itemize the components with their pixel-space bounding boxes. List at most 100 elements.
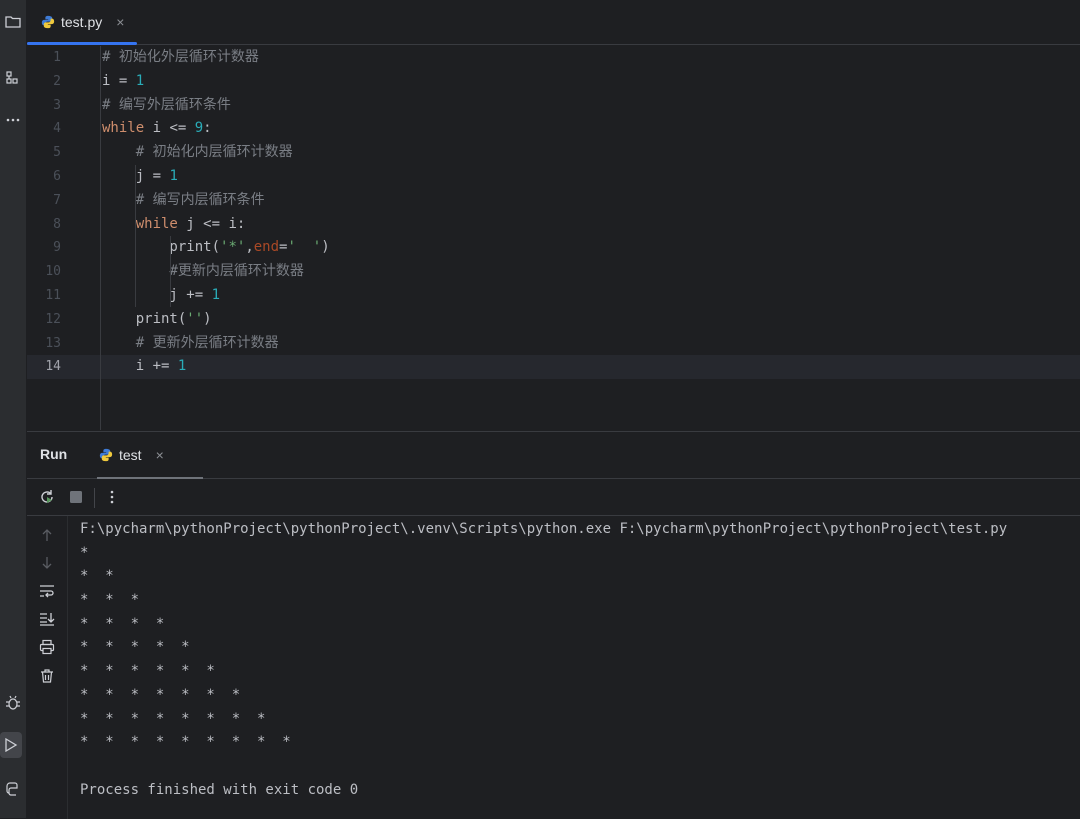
code-line[interactable]: 6 j = 1 (27, 165, 1080, 189)
run-panel-title: Run (40, 446, 68, 462)
code-text: while j <= i: (102, 213, 246, 237)
line-number: 2 (53, 73, 61, 89)
editor-tab-test-py[interactable]: test.py × (27, 0, 137, 45)
project-folder-icon[interactable] (0, 9, 26, 35)
console-line: * * * * * * * * (80, 710, 266, 727)
left-tool-strip (0, 0, 27, 818)
code-token: : (203, 120, 212, 137)
code-line[interactable]: 10 #更新内层循环计数器 (27, 260, 1080, 284)
indent-guide (135, 165, 136, 307)
line-number: 13 (45, 335, 61, 351)
line-number: 14 (45, 359, 61, 375)
console-line: * * * * (80, 615, 165, 632)
line-number: 5 (53, 145, 61, 161)
stop-icon[interactable] (66, 487, 86, 507)
python-file-icon (41, 15, 55, 29)
code-token: # 更新外层循环计数器 (135, 334, 279, 351)
code-line[interactable]: 8 while j <= i: (27, 213, 1080, 237)
code-line[interactable]: 5 # 初始化内层循环计数器 (27, 141, 1080, 165)
editor-tab-bar: test.py × (27, 0, 1080, 45)
code-text: # 编写内层循环条件 (102, 189, 265, 213)
run-tab-test[interactable]: test × (97, 432, 203, 479)
debug-icon[interactable] (0, 690, 26, 716)
close-icon[interactable]: × (116, 14, 124, 30)
toolbar-separator (94, 488, 95, 508)
run-toolbar (27, 479, 1080, 516)
editor-area: test.py × 1 # 初始化外层循环计数器 2 i = 1 3 # 编写外层循环条件… (27, 0, 1080, 430)
code-text: print('') (102, 308, 212, 332)
code-token: '*' (220, 239, 246, 256)
line-number: 11 (45, 287, 61, 303)
code-text: j += 1 (102, 284, 220, 308)
close-icon[interactable]: × (156, 447, 164, 463)
code-line[interactable]: 12 print('') (27, 308, 1080, 332)
rerun-icon[interactable] (37, 487, 57, 507)
run-icon[interactable] (0, 732, 22, 758)
trash-icon[interactable] (37, 666, 57, 686)
console-line: * (80, 544, 89, 561)
line-number: 7 (53, 192, 61, 208)
code-token: #更新内层循环计数器 (169, 263, 304, 280)
code-line[interactable]: 7 # 编写内层循环条件 (27, 189, 1080, 213)
code-token: 1 (135, 72, 145, 89)
more-tools-icon[interactable] (0, 107, 26, 133)
python-packages-icon[interactable] (0, 776, 26, 802)
line-number: 9 (53, 240, 61, 256)
scroll-to-end-icon[interactable] (37, 609, 57, 629)
soft-wrap-icon[interactable] (37, 581, 57, 601)
line-number: 4 (53, 121, 61, 137)
print-icon[interactable] (37, 637, 57, 657)
code-text: # 更新外层循环计数器 (102, 332, 279, 356)
console-line: F:\pycharm\pythonProject\pythonProject\.… (80, 521, 1008, 537)
code-token: 1 (211, 286, 221, 303)
code-text: j = 1 (102, 165, 178, 189)
code-token: # 初始化内层循环计数器 (135, 144, 293, 161)
code-token: , (245, 239, 254, 256)
code-token: i += (102, 358, 178, 375)
indent-guide (170, 236, 171, 307)
code-token: while (102, 120, 145, 137)
scroll-up-icon[interactable] (37, 525, 57, 545)
code-line[interactable]: 3 # 编写外层循环条件 (27, 94, 1080, 118)
code-token: while (135, 215, 178, 232)
code-token: 1 (177, 358, 187, 375)
line-number: 12 (45, 311, 61, 327)
code-line[interactable]: 14 i += 1 (27, 355, 1080, 380)
code-text: # 初始化内层循环计数器 (102, 141, 293, 165)
console-line: * * (80, 568, 114, 585)
console-line: * * * * * * * (80, 686, 241, 703)
indent-guide (100, 46, 101, 430)
code-token: # 编写内层循环条件 (135, 191, 265, 208)
code-editor[interactable]: 1 # 初始化外层循环计数器 2 i = 1 3 # 编写外层循环条件 4 while i <… (27, 46, 1080, 380)
console-line: * * * * * * * * * (80, 734, 291, 751)
line-number: 1 (53, 50, 61, 65)
code-line[interactable]: 2 i = 1 (27, 70, 1080, 94)
code-line[interactable]: 13 # 更新外层循环计数器 (27, 332, 1080, 356)
console-output[interactable]: F:\pycharm\pythonProject\pythonProject\.… (80, 518, 1007, 802)
code-token: 1 (169, 167, 178, 184)
code-line[interactable]: 9 print('*',end=' ') (27, 236, 1080, 260)
code-token: i = (102, 72, 136, 89)
code-text: # 初始化外层循环计数器 (102, 46, 259, 70)
code-token: 9 (194, 120, 204, 137)
editor-tab-label: test.py (61, 14, 103, 30)
line-number: 8 (53, 216, 61, 232)
code-line[interactable]: 4 while i <= 9: (27, 117, 1080, 141)
run-panel-header: Run test × (27, 432, 1080, 479)
python-file-icon (99, 448, 113, 462)
code-token: j <= i: (177, 215, 246, 232)
code-line[interactable]: 1 # 初始化外层循环计数器 (27, 46, 1080, 70)
code-token: ) (321, 239, 330, 256)
scroll-down-icon[interactable] (37, 553, 57, 573)
code-text: # 编写外层循环条件 (102, 94, 231, 118)
more-options-icon[interactable] (102, 487, 122, 507)
structure-icon[interactable] (0, 65, 26, 91)
code-token: print( (102, 310, 187, 327)
console-side-toolbar (27, 516, 68, 819)
code-line[interactable]: 11 j += 1 (27, 284, 1080, 308)
code-token: end (253, 239, 280, 256)
code-token: print( (102, 239, 221, 256)
code-token: ) (203, 310, 212, 327)
